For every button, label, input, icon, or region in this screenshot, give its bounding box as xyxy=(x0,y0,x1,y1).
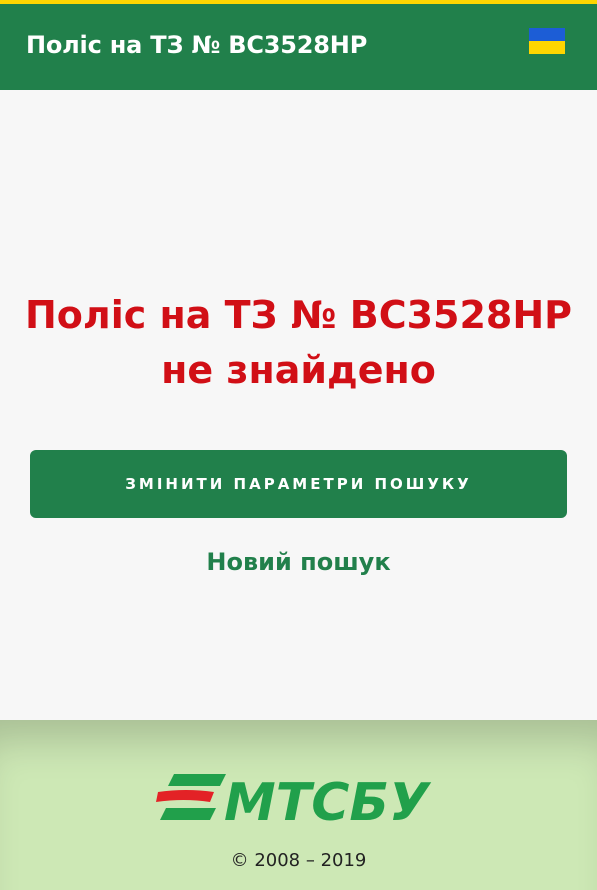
main-content: Поліс на ТЗ № ВС3528НР не знайдено ЗМІНИ… xyxy=(0,90,597,720)
page-title: Поліс на ТЗ № ВС3528НР xyxy=(26,31,368,59)
page-footer: МТСБУ © 2008 – 2019 xyxy=(0,720,597,890)
change-search-params-button[interactable]: ЗМІНИТИ ПАРАМЕТРИ ПОШУКУ xyxy=(30,450,567,518)
mtsbu-logo[interactable]: МТСБУ xyxy=(156,770,442,830)
new-search-link[interactable]: Новий пошук xyxy=(0,548,597,576)
page-header: Поліс на ТЗ № ВС3528НР xyxy=(0,4,597,90)
logo-text: МТСБУ xyxy=(224,773,432,830)
ukraine-flag-icon[interactable] xyxy=(529,28,565,54)
not-found-message: Поліс на ТЗ № ВС3528НР не знайдено xyxy=(24,293,572,392)
copyright-text: © 2008 – 2019 xyxy=(230,850,367,871)
